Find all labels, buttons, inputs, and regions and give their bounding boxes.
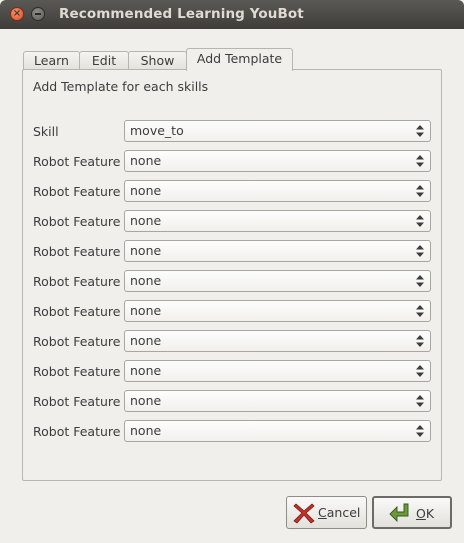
tab-add-template[interactable]: Add Template xyxy=(186,48,293,71)
robot-feature-select-10[interactable]: none xyxy=(124,420,431,442)
robot-feature-label: Robot Feature xyxy=(33,394,121,409)
robot-feature-select-2[interactable]: none xyxy=(124,180,431,202)
cancel-x-icon xyxy=(293,503,315,524)
minimize-icon xyxy=(35,13,41,15)
up-down-arrows-icon xyxy=(416,155,424,167)
robot-feature-select-1[interactable]: none xyxy=(124,150,431,172)
select-value: none xyxy=(130,393,162,408)
robot-feature-label: Robot Feature xyxy=(33,214,121,229)
robot-feature-select-8[interactable]: none xyxy=(124,360,431,382)
up-down-arrows-icon xyxy=(416,125,424,137)
robot-feature-label: Robot Feature xyxy=(33,424,121,439)
robot-feature-label: Robot Feature xyxy=(33,184,121,199)
select-value: none xyxy=(130,333,162,348)
ok-button-label: OK xyxy=(416,506,435,521)
minimize-window-button[interactable] xyxy=(31,7,45,21)
robot-feature-label: Robot Feature xyxy=(33,244,121,259)
skill-select[interactable]: move_to xyxy=(124,120,431,142)
select-value: move_to xyxy=(130,123,184,138)
close-window-button[interactable]: × xyxy=(10,7,24,21)
robot-feature-select-7[interactable]: none xyxy=(124,330,431,352)
up-down-arrows-icon xyxy=(416,245,424,257)
window-title: Recommended Learning YouBot xyxy=(59,6,304,22)
robot-feature-select-9[interactable]: none xyxy=(124,390,431,412)
robot-feature-label: Robot Feature xyxy=(33,304,121,319)
robot-feature-label: Robot Feature xyxy=(33,364,121,379)
robot-feature-label: Robot Feature xyxy=(33,334,121,349)
robot-feature-label: Robot Feature xyxy=(33,274,121,289)
up-down-arrows-icon xyxy=(416,215,424,227)
up-down-arrows-icon xyxy=(416,335,424,347)
select-value: none xyxy=(130,303,162,318)
select-value: none xyxy=(130,213,162,228)
cancel-button[interactable]: Cancel xyxy=(286,496,367,529)
skill-label: Skill xyxy=(33,124,59,139)
robot-feature-select-4[interactable]: none xyxy=(124,240,431,262)
robot-feature-select-6[interactable]: none xyxy=(124,300,431,322)
select-value: none xyxy=(130,273,162,288)
cancel-button-label: Cancel xyxy=(318,505,361,520)
select-value: none xyxy=(130,153,162,168)
tab-learn[interactable]: Learn xyxy=(23,51,80,70)
close-icon: × xyxy=(12,8,22,19)
title-bar: × Recommended Learning YouBot xyxy=(0,0,464,29)
robot-feature-label: Robot Feature xyxy=(33,154,121,169)
up-down-arrows-icon xyxy=(416,185,424,197)
robot-feature-select-3[interactable]: none xyxy=(124,210,431,232)
select-value: none xyxy=(130,183,162,198)
up-down-arrows-icon xyxy=(416,275,424,287)
ok-button[interactable]: OK xyxy=(372,496,452,529)
tab-edit[interactable]: Edit xyxy=(79,51,129,70)
select-value: none xyxy=(130,363,162,378)
select-value: none xyxy=(130,423,162,438)
ok-arrow-icon xyxy=(389,503,409,523)
up-down-arrows-icon xyxy=(416,425,424,437)
tab-show[interactable]: Show xyxy=(128,51,187,70)
add-template-panel: Add Template for each skills Skill move_t… xyxy=(22,69,442,481)
up-down-arrows-icon xyxy=(416,365,424,377)
up-down-arrows-icon xyxy=(416,305,424,317)
panel-heading: Add Template for each skills xyxy=(33,79,209,94)
up-down-arrows-icon xyxy=(416,395,424,407)
select-value: none xyxy=(130,243,162,258)
robot-feature-select-5[interactable]: none xyxy=(124,270,431,292)
